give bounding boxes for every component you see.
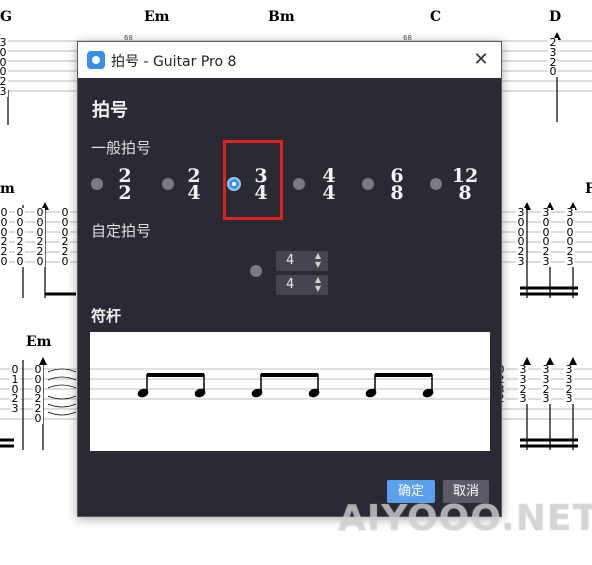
tab-fret-column: 3323: [518, 364, 528, 406]
tab-fret-number: 3: [565, 392, 573, 406]
time-signature-2-4[interactable]: 24: [177, 167, 211, 203]
tab-fret-column: 000220: [35, 207, 45, 268]
beaming-staff-icon: [90, 368, 490, 400]
tab-fret-number: 0: [16, 254, 24, 268]
tab-fret-number: 3: [566, 254, 574, 268]
tab-fret-number: 3: [542, 392, 550, 406]
custom-time-signature-label: 自定拍号: [91, 222, 152, 240]
tab-fret-column: 01023: [10, 364, 20, 416]
tab-fret-number: 0: [36, 254, 44, 268]
custom-denominator-spinbox[interactable]: 4 ▲ ▼: [276, 275, 328, 295]
close-button[interactable]: ✕: [471, 50, 491, 70]
tab-fret-column: 300023: [0, 37, 8, 98]
tab-fret-column: 000220: [0, 207, 9, 268]
strum-arcs: [47, 368, 77, 416]
time-signature-dialog: 拍号 - Guitar Pro 8 ✕ 拍号 一般拍号 22 24 34 44 …: [77, 41, 502, 517]
beaming-preview[interactable]: [90, 332, 490, 451]
spin-arrows-icon[interactable]: ▲ ▼: [315, 275, 321, 293]
chord-label: F: [585, 181, 592, 197]
guitar-pro-app-icon: [87, 51, 105, 69]
tab-fret-column: 000220: [15, 207, 25, 268]
tab-fret-number: 3: [542, 254, 550, 268]
dialog-heading: 拍号: [92, 100, 128, 121]
radio-custom[interactable]: [250, 265, 262, 277]
numerator-value: 4: [286, 253, 295, 268]
close-icon: ✕: [473, 49, 489, 70]
spin-arrows-icon[interactable]: ▲ ▼: [315, 251, 321, 269]
chord-label: m: [0, 181, 15, 197]
tab-fret-number: 3: [11, 402, 19, 416]
common-time-signatures-label: 一般拍号: [91, 139, 152, 157]
tab-fret-column: 3323: [541, 364, 551, 406]
radio-2-4[interactable]: [162, 178, 174, 190]
tab-fret-number: 3: [519, 392, 527, 406]
title-bar[interactable]: 拍号 - Guitar Pro 8 ✕: [78, 42, 501, 78]
custom-numerator-spinbox[interactable]: 4 ▲ ▼: [276, 251, 328, 271]
chord-label: Em: [144, 9, 170, 25]
chord-label: C: [430, 9, 442, 25]
chord-label: D: [549, 9, 562, 25]
selection-highlight-box: [223, 140, 283, 220]
tab-fret-column: 300023: [541, 207, 551, 268]
tab-fret-column: 3323: [564, 364, 574, 406]
tab-fret-number: 3: [0, 84, 7, 98]
time-signature-2-2[interactable]: 22: [108, 167, 142, 203]
tab-fret-column: 000220: [60, 207, 70, 268]
radio-6-8[interactable]: [362, 178, 374, 190]
tab-fret-column: 300023: [516, 207, 526, 268]
beaming-label: 符杆: [91, 307, 122, 325]
radio-12-8[interactable]: [430, 178, 442, 190]
tab-fret-number: 0: [61, 254, 69, 268]
tab-fret-column: 300023: [565, 207, 575, 268]
tab-fret-number: 0: [549, 65, 557, 79]
watermark: AIYOOO.NET: [338, 498, 592, 539]
tab-fret-number: 0: [0, 254, 8, 268]
time-signature-4-4[interactable]: 44: [312, 167, 346, 203]
chord-label: Bm: [268, 9, 295, 25]
time-signature-12-8[interactable]: 12 8: [448, 167, 482, 203]
radio-4-4[interactable]: [293, 178, 305, 190]
time-signature-6-8[interactable]: 68: [380, 167, 414, 203]
denominator-value: 4: [286, 277, 295, 292]
tab-fret-number: 0: [34, 411, 42, 425]
tab-fret-number: 3: [517, 254, 525, 268]
tab-fret-column: 2320: [548, 37, 558, 79]
chord-label: G: [0, 9, 12, 25]
chord-label: Em: [26, 334, 52, 350]
tab-fret-column: 000220: [33, 364, 43, 425]
radio-2-2[interactable]: [91, 178, 103, 190]
window-title: 拍号 - Guitar Pro 8: [111, 54, 237, 70]
